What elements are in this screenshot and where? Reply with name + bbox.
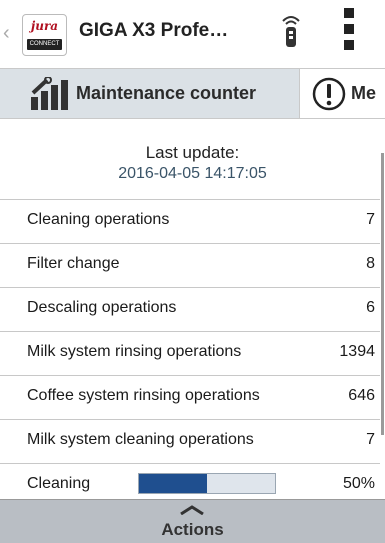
counter-value: 6 bbox=[366, 299, 375, 316]
tab-bar: Maintenance counter Me bbox=[0, 69, 385, 119]
counter-label: Coffee system rinsing operations bbox=[27, 387, 260, 404]
cleaning-status-label: Cleaning bbox=[27, 475, 91, 492]
maintenance-content: Last update: 2016-04-05 14:17:05 Cleanin… bbox=[0, 119, 385, 499]
back-chevron-icon[interactable]: ‹ bbox=[3, 22, 10, 45]
tab-label-maintenance: Maintenance counter bbox=[76, 83, 257, 103]
remote-connection-icon[interactable] bbox=[279, 14, 303, 48]
chevron-up-icon bbox=[180, 505, 204, 515]
counter-label: Filter change bbox=[27, 255, 120, 272]
logo-connect-text: CONNECT bbox=[27, 39, 62, 50]
tab-maintenance-counter[interactable]: Maintenance counter bbox=[0, 69, 300, 118]
device-title: GIGA X3 Profe… bbox=[79, 20, 229, 41]
actions-label: Actions bbox=[161, 520, 224, 539]
counter-value: 7 bbox=[366, 211, 375, 228]
cleaning-percent: 50% bbox=[342, 475, 375, 492]
jura-connect-logo: jura CONNECT bbox=[22, 14, 67, 56]
bar-chart-wrench-icon bbox=[31, 77, 68, 110]
counter-value: 8 bbox=[366, 255, 375, 272]
counter-value: 1394 bbox=[339, 343, 375, 360]
scrollbar[interactable] bbox=[381, 153, 384, 435]
tab-label-messages: Me bbox=[351, 83, 377, 103]
counter-row: Milk system rinsing operations 1394 bbox=[0, 331, 380, 371]
actions-button[interactable]: Actions bbox=[0, 499, 385, 543]
counter-row: Descaling operations 6 bbox=[0, 287, 380, 327]
last-update-timestamp: 2016-04-05 14:17:05 bbox=[118, 165, 267, 182]
counter-row: Filter change 8 bbox=[0, 243, 380, 283]
counter-value: 646 bbox=[348, 387, 375, 404]
app-header: ‹ jura CONNECT GIGA X3 Profe… bbox=[0, 0, 385, 69]
tab-messages[interactable]: Me bbox=[300, 69, 385, 118]
cleaning-progress-bar bbox=[138, 473, 276, 494]
counter-label: Milk system cleaning operations bbox=[27, 431, 254, 448]
counter-row: Coffee system rinsing operations 646 bbox=[0, 375, 380, 415]
counter-row: Milk system cleaning operations 7 bbox=[0, 419, 380, 459]
last-update-label: Last update: bbox=[145, 143, 240, 162]
cleaning-status-row: Cleaning 50% bbox=[0, 463, 380, 499]
exclamation-circle-icon bbox=[312, 77, 346, 111]
logo-brand-text: jura bbox=[30, 19, 59, 33]
counter-row: Cleaning operations 7 bbox=[0, 199, 380, 239]
counter-value: 7 bbox=[366, 431, 375, 448]
counter-label: Cleaning operations bbox=[27, 211, 170, 228]
overflow-menu-icon[interactable] bbox=[344, 8, 356, 56]
counter-label: Milk system rinsing operations bbox=[27, 343, 242, 360]
cleaning-progress-fill bbox=[139, 474, 207, 493]
counter-label: Descaling operations bbox=[27, 299, 177, 316]
